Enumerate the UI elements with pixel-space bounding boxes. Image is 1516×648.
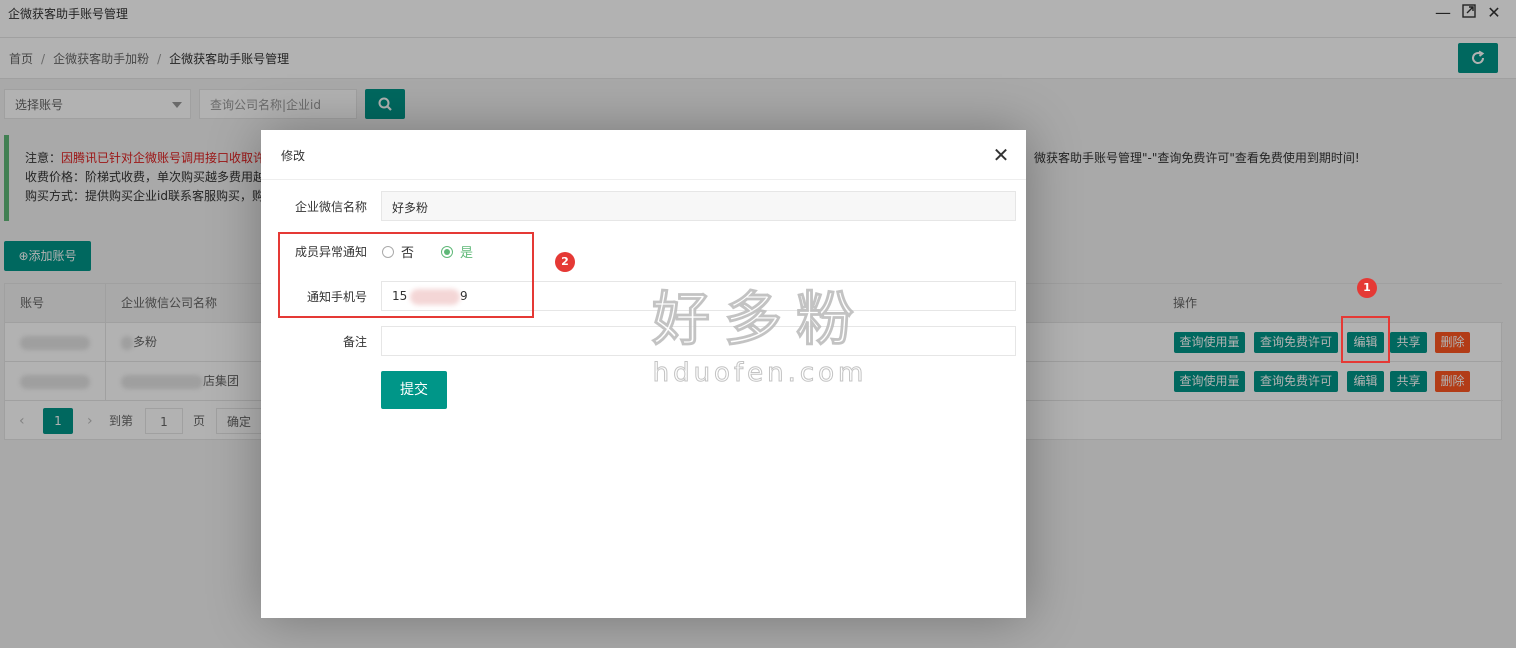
remark-field[interactable] [381,326,1016,356]
company-name-label: 企业微信名称 [294,200,367,214]
company-name-field[interactable]: 好多粉 [381,191,1016,221]
marker-1: 1 [1357,278,1377,298]
marker-2: 2 [555,252,575,272]
submit-button[interactable]: 提交 [381,371,447,409]
remark-label: 备注 [342,335,367,349]
highlight-notify-box [278,232,534,318]
close-icon[interactable]: ✕ [989,143,1013,167]
modal-title: 修改 [281,149,306,163]
modal-header: 修改 ✕ [261,130,1026,180]
edit-modal: 修改 ✕ 企业微信名称 好多粉 成员异常通知 否 是 通知手机号 15 9 备注 … [261,130,1026,618]
highlight-edit-box [1341,316,1390,363]
